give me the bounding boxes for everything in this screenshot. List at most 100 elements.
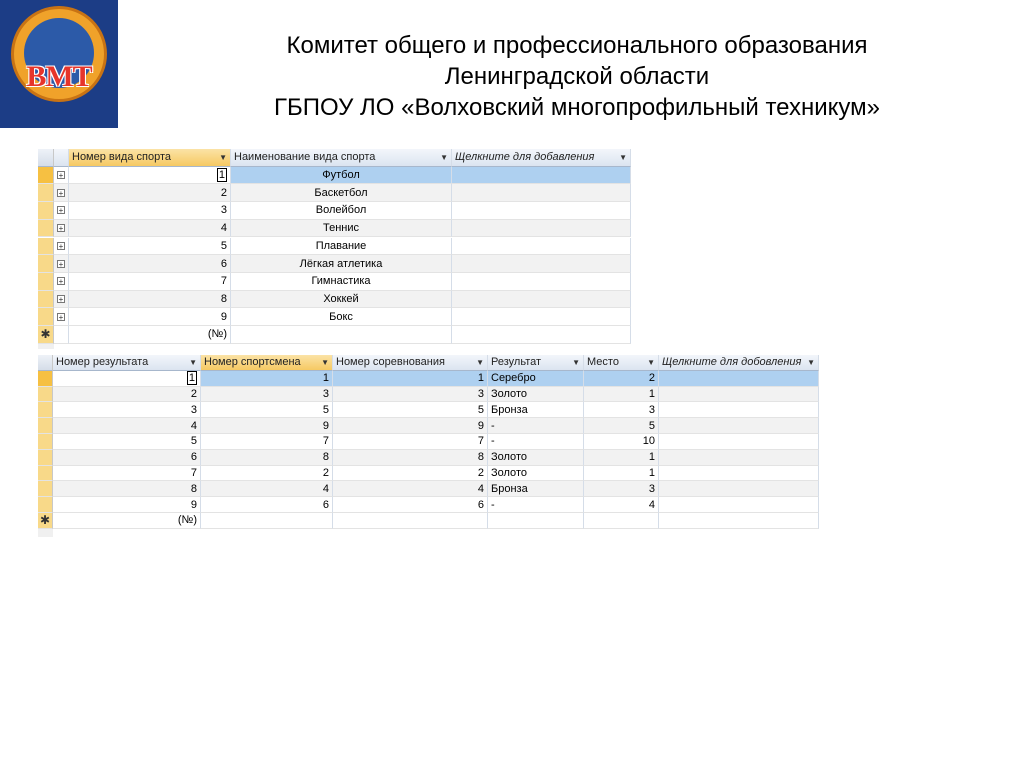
- result-id-cell[interactable]: 3: [53, 402, 201, 419]
- record-selector[interactable]: [38, 308, 54, 326]
- result-athlete-cell[interactable]: 6: [201, 497, 333, 513]
- new-record-selector[interactable]: ✱: [38, 326, 54, 344]
- plus-box-icon[interactable]: +: [57, 188, 65, 197]
- expand-cell[interactable]: +: [54, 166, 69, 185]
- result-id-cell[interactable]: 9: [53, 497, 201, 513]
- new-record-row[interactable]: ✱ (№): [38, 513, 819, 529]
- add-column-cell[interactable]: [659, 386, 819, 403]
- new-record-id-cell[interactable]: (№): [69, 326, 231, 344]
- expand-cell[interactable]: +: [54, 255, 69, 273]
- result-athlete-cell[interactable]: 2: [201, 465, 333, 482]
- add-column-cell[interactable]: [659, 402, 819, 419]
- result-place-cell[interactable]: 5: [584, 418, 659, 434]
- table-row[interactable]: 7 2 2 Золото 1: [38, 465, 819, 482]
- add-column-cell[interactable]: [452, 166, 631, 185]
- new-record-selector[interactable]: ✱: [38, 513, 53, 529]
- table-row[interactable]: 5 7 7-10: [38, 434, 819, 450]
- result-place-cell[interactable]: 3: [584, 402, 659, 419]
- result-result-cell[interactable]: Бронза: [488, 481, 584, 498]
- add-column-cell[interactable]: [452, 237, 631, 256]
- table-row[interactable]: +5 Плавание: [38, 237, 631, 256]
- result-place-cell[interactable]: 1: [584, 465, 659, 482]
- sport-id-cell[interactable]: 1: [69, 166, 231, 185]
- sport-name-cell[interactable]: Гимнастика: [231, 272, 452, 291]
- result-place-cell[interactable]: 3: [584, 481, 659, 498]
- table-row[interactable]: 6 8 8 Золото 1: [38, 449, 819, 466]
- record-selector[interactable]: [38, 497, 53, 513]
- table-row[interactable]: +6 Лёгкая атлетика: [38, 255, 631, 273]
- result-id-cell[interactable]: 4: [53, 418, 201, 434]
- expand-cell[interactable]: +: [54, 308, 69, 326]
- column-header-3[interactable]: Щелкните для добавления ▼: [452, 149, 631, 167]
- record-selector[interactable]: [38, 418, 53, 434]
- expand-cell[interactable]: +: [54, 237, 69, 256]
- empty-cell[interactable]: [333, 513, 488, 529]
- result-competition-cell[interactable]: 5: [333, 402, 488, 419]
- dropdown-arrow-icon[interactable]: ▼: [615, 153, 627, 162]
- result-athlete-cell[interactable]: 4: [201, 481, 333, 498]
- result-id-cell[interactable]: 8: [53, 481, 201, 498]
- add-column-cell[interactable]: [452, 326, 631, 344]
- plus-box-icon[interactable]: +: [57, 294, 65, 303]
- result-athlete-cell[interactable]: 3: [201, 386, 333, 403]
- record-selector[interactable]: [38, 465, 53, 482]
- result-athlete-cell[interactable]: 7: [201, 434, 333, 450]
- record-selector[interactable]: [38, 434, 53, 450]
- sport-id-cell[interactable]: 5: [69, 237, 231, 256]
- plus-box-icon[interactable]: +: [57, 241, 65, 250]
- sport-name-cell[interactable]: Лёгкая атлетика: [231, 255, 452, 273]
- add-column-cell[interactable]: [452, 202, 631, 220]
- result-competition-cell[interactable]: 4: [333, 481, 488, 498]
- sport-id-cell[interactable]: 2: [69, 184, 231, 203]
- result-result-cell[interactable]: Бронза: [488, 402, 584, 419]
- result-result-cell[interactable]: -: [488, 497, 584, 513]
- sport-id-cell[interactable]: 3: [69, 202, 231, 220]
- sport-name-cell[interactable]: Теннис: [231, 219, 452, 238]
- column-header-2[interactable]: Наименование вида спорта ▼: [231, 149, 452, 167]
- empty-cell[interactable]: [659, 513, 819, 529]
- dropdown-arrow-icon[interactable]: ▼: [185, 358, 197, 367]
- add-column-cell[interactable]: [452, 255, 631, 273]
- add-column-cell[interactable]: [452, 272, 631, 291]
- sport-name-cell[interactable]: Хоккей: [231, 290, 452, 309]
- expand-cell[interactable]: +: [54, 184, 69, 203]
- column-header-1[interactable]: Номер вида спорта ▼: [69, 149, 231, 167]
- plus-box-icon[interactable]: +: [57, 206, 65, 215]
- sport-id-cell[interactable]: 9: [69, 308, 231, 326]
- empty-cell[interactable]: [488, 513, 584, 529]
- record-selector[interactable]: [38, 202, 54, 220]
- result-athlete-cell[interactable]: 1: [201, 370, 333, 387]
- column-header-2[interactable]: Номер спортсмена ▼: [201, 355, 333, 371]
- record-selector[interactable]: [38, 481, 53, 498]
- expand-cell[interactable]: +: [54, 202, 69, 220]
- record-selector[interactable]: [38, 386, 53, 403]
- result-id-cell[interactable]: 6: [53, 449, 201, 466]
- result-athlete-cell[interactable]: 8: [201, 449, 333, 466]
- result-competition-cell[interactable]: 3: [333, 386, 488, 403]
- table-row[interactable]: +2 Баскетбол: [38, 184, 631, 203]
- result-place-cell[interactable]: 4: [584, 497, 659, 513]
- record-selector[interactable]: [38, 237, 54, 256]
- record-selector[interactable]: [38, 166, 54, 185]
- plus-box-icon[interactable]: +: [57, 312, 65, 321]
- add-column-cell[interactable]: [452, 219, 631, 238]
- result-place-cell[interactable]: 1: [584, 449, 659, 466]
- sport-name-cell[interactable]: Баскетбол: [231, 184, 452, 203]
- dropdown-arrow-icon[interactable]: ▼: [643, 358, 655, 367]
- result-id-cell[interactable]: 7: [53, 465, 201, 482]
- table-row[interactable]: 966-4: [38, 497, 819, 513]
- sport-id-cell[interactable]: 4: [69, 219, 231, 238]
- result-result-cell[interactable]: Серебро: [488, 370, 584, 387]
- result-place-cell[interactable]: 10: [584, 434, 659, 450]
- table-row[interactable]: +4 Теннис: [38, 219, 631, 238]
- plus-box-icon[interactable]: +: [57, 259, 65, 268]
- table-row[interactable]: +1 Футбол: [38, 166, 631, 185]
- record-selector[interactable]: [38, 449, 53, 466]
- add-column-cell[interactable]: [659, 497, 819, 513]
- dropdown-arrow-icon[interactable]: ▼: [215, 153, 227, 162]
- result-place-cell[interactable]: 1: [584, 386, 659, 403]
- table-row[interactable]: 1 1 1 Серебро 2: [38, 370, 819, 387]
- record-selector[interactable]: [38, 370, 53, 387]
- result-competition-cell[interactable]: 1: [333, 370, 488, 387]
- result-result-cell[interactable]: Золото: [488, 449, 584, 466]
